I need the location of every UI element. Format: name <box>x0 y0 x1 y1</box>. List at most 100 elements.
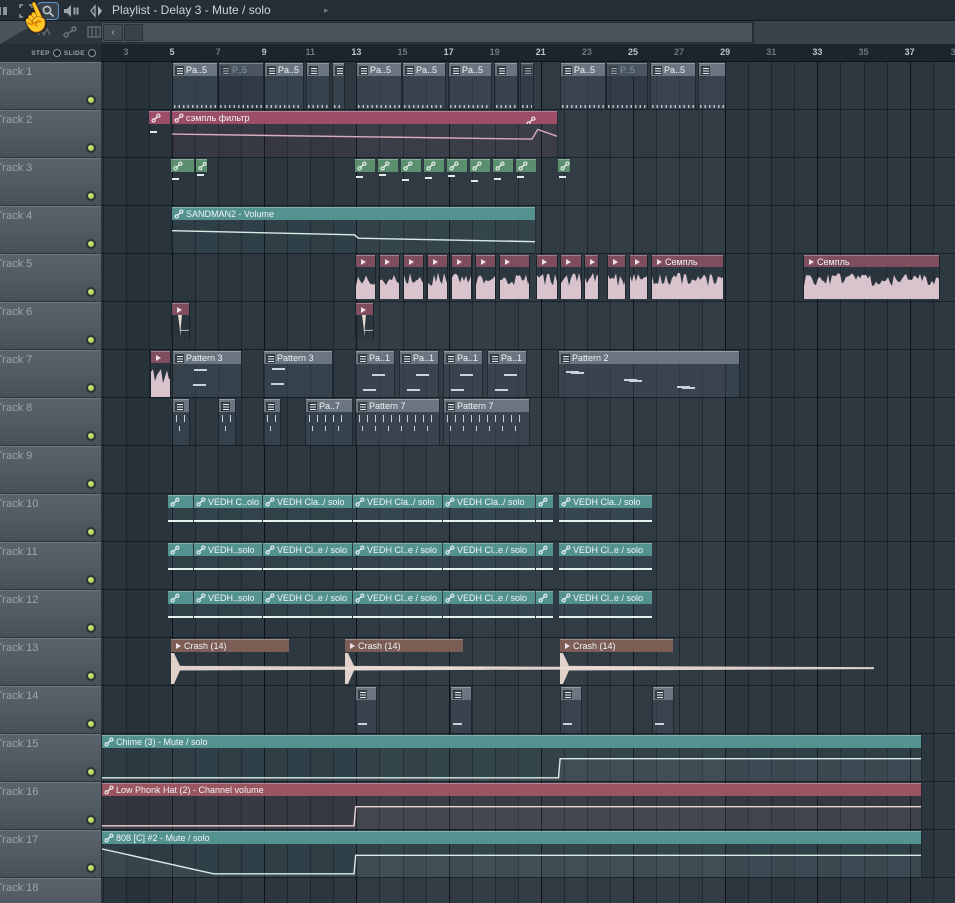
track-header[interactable]: Track 1... <box>0 62 101 110</box>
track-header[interactable]: Track 5... <box>0 254 101 302</box>
track-mute-led[interactable] <box>86 479 96 489</box>
clip-pattern[interactable]: Pattern 3 <box>263 351 333 397</box>
clip-pattern[interactable]: Pa..1 <box>399 351 439 397</box>
clip-automation-vedh[interactable]: VEDH Cla../ solo <box>443 495 535 522</box>
clip-automation-small[interactable] <box>401 159 421 184</box>
clip-pattern[interactable]: Pa..5 <box>560 63 606 109</box>
track-mute-led[interactable] <box>86 431 96 441</box>
track-mute-led[interactable] <box>86 671 96 681</box>
track-header[interactable]: Track 18... <box>0 878 101 903</box>
clip-pattern[interactable]: Pa..5 <box>356 63 402 109</box>
clip-audio-crash[interactable]: Crash (14) <box>560 639 874 685</box>
track-header[interactable]: Track 2... <box>0 110 101 158</box>
slide-toggle[interactable] <box>88 49 96 57</box>
clip-automation-vedh[interactable] <box>536 495 553 522</box>
track-mute-led[interactable] <box>86 767 96 777</box>
clip-pattern[interactable] <box>263 399 281 445</box>
clip-pattern[interactable] <box>560 687 582 733</box>
track-header[interactable]: Track 3... <box>0 158 101 206</box>
clip-automation-vedh[interactable]: VEDH Cl..e / solo <box>443 591 535 618</box>
clip-pattern[interactable]: P..5 <box>218 63 264 109</box>
clip-automation[interactable]: SANDMAN2 - Volume <box>171 207 536 253</box>
clip-audio[interactable] <box>536 255 558 299</box>
clip-pattern[interactable]: Pa..5 <box>264 63 304 109</box>
clip-automation-vedh[interactable]: VEDH Cl..e / solo <box>353 591 442 618</box>
track-mute-led[interactable] <box>86 383 96 393</box>
clip-pattern[interactable] <box>698 63 726 109</box>
clip-audio[interactable] <box>355 255 376 299</box>
track-mute-led[interactable] <box>86 863 96 873</box>
timeline-ruler[interactable]: STEP SLIDE 3 5 7 9 11 13 15 17 19 21 23 25 27 29 31 33 3… <box>0 44 955 62</box>
clip-automation[interactable]: сэмпль фильтр <box>171 111 558 157</box>
clip-automation-vedh[interactable] <box>536 543 553 570</box>
track-header[interactable]: Track 16... <box>0 782 101 830</box>
clip-pattern[interactable] <box>520 63 534 109</box>
clip-automation-vedh[interactable] <box>168 495 193 522</box>
clip-automation-vedh[interactable] <box>536 591 553 618</box>
clip-pattern[interactable]: Pa..5 <box>650 63 696 109</box>
clip-pattern[interactable]: Pa..5 <box>402 63 446 109</box>
track-header[interactable]: Track 17... <box>0 830 101 878</box>
track-mute-led[interactable] <box>86 719 96 729</box>
clip-audio[interactable] <box>451 255 472 299</box>
speaker-icon[interactable] <box>62 2 80 19</box>
clip-audio[interactable] <box>475 255 496 299</box>
clip-pattern[interactable]: Pa..5 <box>172 63 218 109</box>
track-mute-led[interactable] <box>86 287 96 297</box>
clip-pattern[interactable]: Pattern 7 <box>443 399 530 445</box>
clip-automation-vedh[interactable]: VEDH Cla../ solo <box>353 495 442 522</box>
clip-automation-small[interactable] <box>493 159 513 184</box>
clip-automation-vedh[interactable]: VEDH Cl..e / solo <box>263 543 352 570</box>
horizontal-scrollbar[interactable] <box>101 22 753 43</box>
clip-automation-small[interactable] <box>424 159 444 184</box>
playlist-grid[interactable]: Pa..5 P..5 Pa..5 Pa..5 Pa..5 Pa..5 Pa..5 P..5 Pa… <box>101 62 955 903</box>
scroll-left-button[interactable]: ‹ <box>103 24 123 41</box>
clip-audio[interactable] <box>427 255 448 299</box>
clip-automation-small[interactable] <box>355 159 375 184</box>
clip-automation-vedh[interactable]: VEDH Cl..e / solo <box>559 543 652 570</box>
track-header[interactable]: Track 12... <box>0 590 101 638</box>
clip-pattern[interactable] <box>450 687 472 733</box>
detach-icon[interactable] <box>17 2 35 19</box>
clip-automation-vedh[interactable]: VEDH Cla../ solo <box>559 495 652 522</box>
clip-automation-vedh[interactable]: VEDH Cl..e / solo <box>443 543 535 570</box>
clip-pattern[interactable] <box>332 63 345 109</box>
clip-automation-small[interactable] <box>470 159 490 184</box>
clip-audio[interactable]: Семпль <box>803 255 940 299</box>
piano-roll-icon[interactable] <box>86 25 102 39</box>
clip-pattern[interactable]: Pattern 2 <box>558 351 740 397</box>
clip-automation-vedh[interactable]: VEDH Cl..e / solo <box>263 591 352 618</box>
clip-pattern[interactable] <box>172 399 190 445</box>
clip-automation-small[interactable] <box>196 159 207 184</box>
track-header[interactable]: Track 9... <box>0 446 101 494</box>
track-mute-led[interactable] <box>86 575 96 585</box>
clip-pattern[interactable]: Pa..1 <box>487 351 527 397</box>
slide-tool-icon[interactable] <box>62 25 78 39</box>
track-header[interactable]: Track 15... <box>0 734 101 782</box>
track-header[interactable]: Track 14... <box>0 686 101 734</box>
clip-automation-vedh[interactable]: VEDH..solo <box>194 591 262 618</box>
track-mute-led[interactable] <box>86 239 96 249</box>
clip-pattern[interactable]: Pa..1 <box>443 351 483 397</box>
clip-automation-vedh[interactable]: VEDH Cl..e / solo <box>559 591 652 618</box>
zoom-tool-icon[interactable] <box>37 2 59 20</box>
clip-pattern[interactable] <box>218 399 236 445</box>
clip-automation-vedh[interactable]: VEDH..solo <box>194 543 262 570</box>
clip-automation-vedh[interactable]: VEDH Cla../ solo <box>263 495 352 522</box>
clip-audio[interactable] <box>629 255 648 299</box>
track-mute-led[interactable] <box>86 335 96 345</box>
clip-audio[interactable] <box>607 255 626 299</box>
clip-audio[interactable] <box>499 255 530 299</box>
track-header[interactable]: Track 11... <box>0 542 101 590</box>
track-mute-led[interactable] <box>86 191 96 201</box>
clip-audio[interactable]: Семпль <box>651 255 724 299</box>
track-mute-led[interactable] <box>86 143 96 153</box>
clip-audio[interactable] <box>379 255 400 299</box>
clip-automation-small[interactable] <box>558 159 570 184</box>
track-header[interactable]: Track 10... <box>0 494 101 542</box>
clip-pattern[interactable]: Pattern 3 <box>172 351 242 397</box>
track-header[interactable]: Track 4... <box>0 206 101 254</box>
clip-pattern[interactable] <box>306 63 330 109</box>
clip-audio[interactable] <box>150 351 171 397</box>
clip-pattern[interactable]: Pattern 7 <box>355 399 440 445</box>
